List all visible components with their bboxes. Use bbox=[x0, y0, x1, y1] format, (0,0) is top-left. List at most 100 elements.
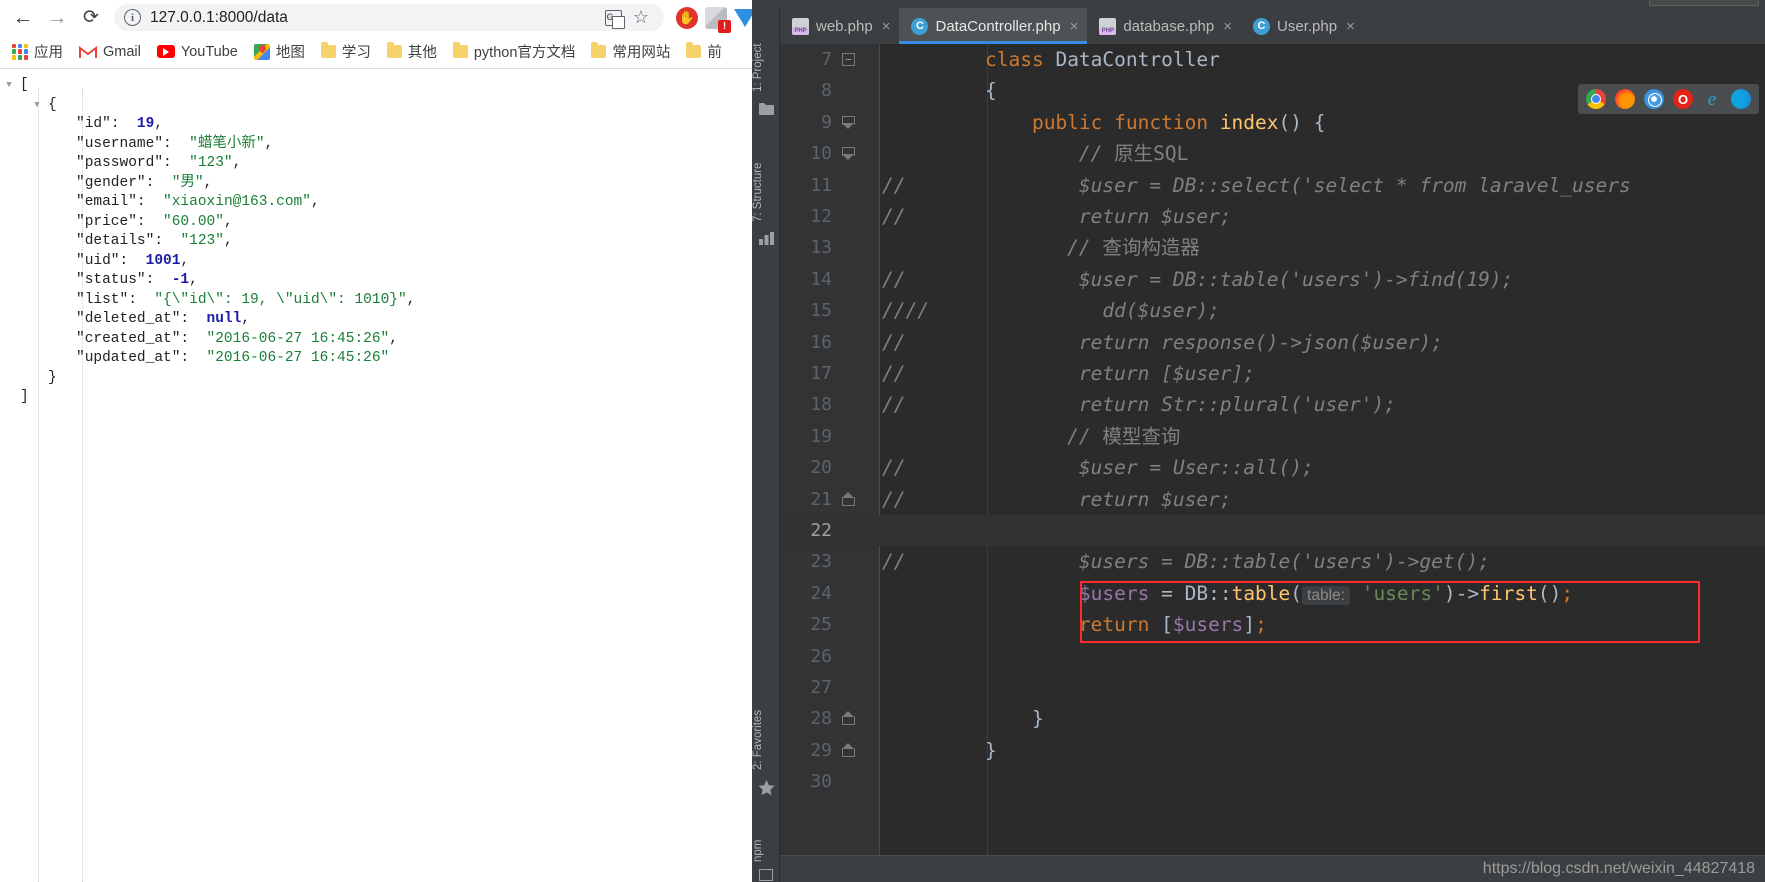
close-icon[interactable]: × bbox=[1344, 18, 1355, 35]
line-number: 22 bbox=[810, 520, 832, 541]
json-token: "123" bbox=[180, 233, 224, 249]
opera-icon[interactable]: O bbox=[1673, 89, 1693, 109]
google-maps-icon bbox=[253, 43, 270, 60]
back-button[interactable]: ← bbox=[6, 1, 40, 35]
code-line-row[interactable]: 11 // $user = DB::select('select * from l… bbox=[780, 170, 1765, 201]
sidebar-item-structure[interactable]: 7: Structure bbox=[752, 126, 780, 222]
code-fold-icon[interactable] bbox=[842, 711, 855, 726]
bookmark-star-icon[interactable]: ☆ bbox=[628, 5, 654, 31]
adblock-icon[interactable]: ✋ bbox=[676, 6, 698, 29]
code-editor[interactable]: 7 class DataController 8 {9 public function… bbox=[780, 44, 1765, 856]
code-line-row[interactable]: 24 $users = DB::table(table: 'users')->f… bbox=[780, 578, 1765, 609]
close-icon[interactable]: × bbox=[1221, 18, 1232, 35]
editor-tab-datacontroller-php[interactable]: C DataController.php × bbox=[899, 8, 1088, 44]
line-number: 21 bbox=[810, 488, 832, 510]
code-line-row[interactable]: 7 class DataController bbox=[780, 44, 1765, 75]
json-token: : bbox=[136, 194, 164, 210]
editor-tab-database-php[interactable]: database.php × bbox=[1087, 8, 1241, 44]
code-line-row[interactable]: 27 bbox=[780, 672, 1765, 703]
code-text: return Str::plural('user'); bbox=[985, 389, 1765, 420]
translate-icon[interactable]: G bbox=[600, 5, 626, 31]
code-line-row[interactable]: 19 // 模型查询 bbox=[780, 421, 1765, 452]
screenshot-root: ← → ⟳ i 127.0.0.1:8000/data G ☆ ✋ ! 应用 G… bbox=[0, 0, 1765, 882]
folder-icon bbox=[686, 42, 702, 58]
forward-button[interactable]: → bbox=[40, 1, 74, 35]
bookmark-folder-python-docs[interactable]: python官方文档 bbox=[445, 39, 584, 65]
bookmark-label: python官方文档 bbox=[473, 45, 576, 61]
chrome-browser-window: ← → ⟳ i 127.0.0.1:8000/data G ☆ ✋ ! 应用 G… bbox=[0, 0, 762, 882]
address-bar[interactable]: i 127.0.0.1:8000/data G ☆ bbox=[114, 4, 664, 31]
internet-explorer-icon[interactable]: e bbox=[1702, 89, 1722, 109]
code-line-row[interactable]: 26 bbox=[780, 641, 1765, 672]
code-token: $users bbox=[1078, 581, 1150, 605]
bookmark-folder-study[interactable]: 学习 bbox=[313, 39, 379, 65]
json-token: "details" bbox=[76, 233, 155, 249]
bookmark-folder-common-sites[interactable]: 常用网站 bbox=[583, 39, 678, 65]
json-token: { bbox=[48, 96, 57, 113]
address-bar-url[interactable]: 127.0.0.1:8000/data bbox=[150, 9, 288, 27]
extension-icons: ✋ ! bbox=[668, 6, 756, 33]
sidebar-item-project[interactable]: 1: Project bbox=[752, 14, 780, 92]
code-line-row[interactable]: 30 bbox=[780, 766, 1765, 797]
code-line-row[interactable]: 21 // return $user; bbox=[780, 484, 1765, 515]
bookmarks-bar: 应用 Gmail YouTube 地图 学习 其他 python官方文档 常用网… bbox=[0, 35, 762, 69]
code-line-row[interactable]: 23 // $users = DB::table('users')->get(); bbox=[780, 546, 1765, 577]
code-fold-icon[interactable] bbox=[842, 53, 855, 66]
code-line-row[interactable]: 28 } bbox=[780, 703, 1765, 734]
code-line-row[interactable]: 17 // return [$user]; bbox=[780, 358, 1765, 389]
structure-icon bbox=[759, 230, 774, 245]
code-fold-icon[interactable] bbox=[842, 742, 855, 757]
bookmark-gmail[interactable]: Gmail bbox=[71, 39, 149, 65]
json-token: "男" bbox=[171, 174, 204, 191]
line-number: 28 bbox=[810, 708, 832, 730]
bookmark-folder-other[interactable]: 其他 bbox=[379, 39, 445, 65]
editor-tab-user-php[interactable]: C User.php × bbox=[1241, 8, 1364, 44]
code-line-row[interactable]: 10 // 原生SQL bbox=[780, 138, 1765, 169]
bookmark-folder-front[interactable]: 前 bbox=[678, 39, 730, 65]
json-line: "gender": "男", bbox=[0, 174, 762, 194]
edge-icon[interactable] bbox=[1731, 89, 1751, 109]
firefox-icon[interactable] bbox=[1615, 89, 1635, 109]
bookmark-label: 应用 bbox=[34, 45, 63, 61]
bookmark-youtube[interactable]: YouTube bbox=[149, 39, 246, 65]
extension-warning-icon[interactable]: ! bbox=[705, 6, 731, 33]
code-token: [ bbox=[1149, 613, 1173, 637]
json-line: "uid": 1001, bbox=[0, 252, 762, 272]
json-response-viewer: ▼[▼{"id": 19, "username": "蜡笔小新", "passwor… bbox=[0, 70, 762, 882]
sidebar-item-favorites[interactable]: 2: Favorites bbox=[752, 670, 780, 770]
search-field[interactable] bbox=[1649, 0, 1759, 6]
code-line-row[interactable]: 14 // $user = DB::table('users')->find(19… bbox=[780, 264, 1765, 295]
code-line-row[interactable]: 13 // 查询构造器 bbox=[780, 232, 1765, 263]
expand-triangle-icon[interactable]: ▼ bbox=[4, 76, 14, 96]
line-number: 15 bbox=[810, 300, 832, 322]
code-line-row[interactable]: 25 return [$users]; bbox=[780, 609, 1765, 640]
line-number: 20 bbox=[810, 457, 832, 479]
site-info-icon[interactable]: i bbox=[124, 9, 141, 26]
code-fold-icon[interactable] bbox=[842, 491, 855, 506]
close-icon[interactable]: × bbox=[880, 18, 891, 35]
bookmark-maps[interactable]: 地图 bbox=[246, 39, 313, 65]
json-token: , bbox=[223, 233, 233, 249]
code-line-row[interactable]: 16 // return response()->json($user); bbox=[780, 327, 1765, 358]
sidebar-item-npm[interactable]: npm bbox=[752, 814, 780, 862]
comment-marker: // bbox=[882, 205, 906, 228]
reload-button[interactable]: ⟳ bbox=[74, 1, 108, 35]
comment-marker: // bbox=[882, 267, 906, 291]
code-line-row[interactable]: 29} bbox=[780, 735, 1765, 766]
code-line-row[interactable]: 18 // return Str::plural('user'); bbox=[780, 389, 1765, 420]
code-line-row[interactable]: 15 //// dd($user); bbox=[780, 295, 1765, 326]
expand-triangle-icon[interactable]: ▼ bbox=[32, 96, 42, 116]
code-line-row[interactable]: 22 bbox=[780, 515, 1765, 547]
folder-icon bbox=[452, 42, 468, 58]
json-token: , bbox=[389, 330, 398, 347]
editor-tab-web-php[interactable]: web.php × bbox=[780, 8, 899, 44]
code-line-row[interactable]: 20 // $user = User::all(); bbox=[780, 452, 1765, 483]
chrome-icon[interactable] bbox=[1586, 89, 1606, 109]
safari-icon[interactable] bbox=[1644, 89, 1664, 109]
code-token: return [$user]; bbox=[985, 362, 1256, 385]
code-line-row[interactable]: 12 // return $user; bbox=[780, 201, 1765, 232]
bookmark-apps[interactable]: 应用 bbox=[4, 39, 71, 65]
code-token: return $user; bbox=[985, 205, 1232, 228]
editor-tab-label: DataController.php bbox=[935, 17, 1061, 35]
close-icon[interactable]: × bbox=[1068, 18, 1079, 35]
